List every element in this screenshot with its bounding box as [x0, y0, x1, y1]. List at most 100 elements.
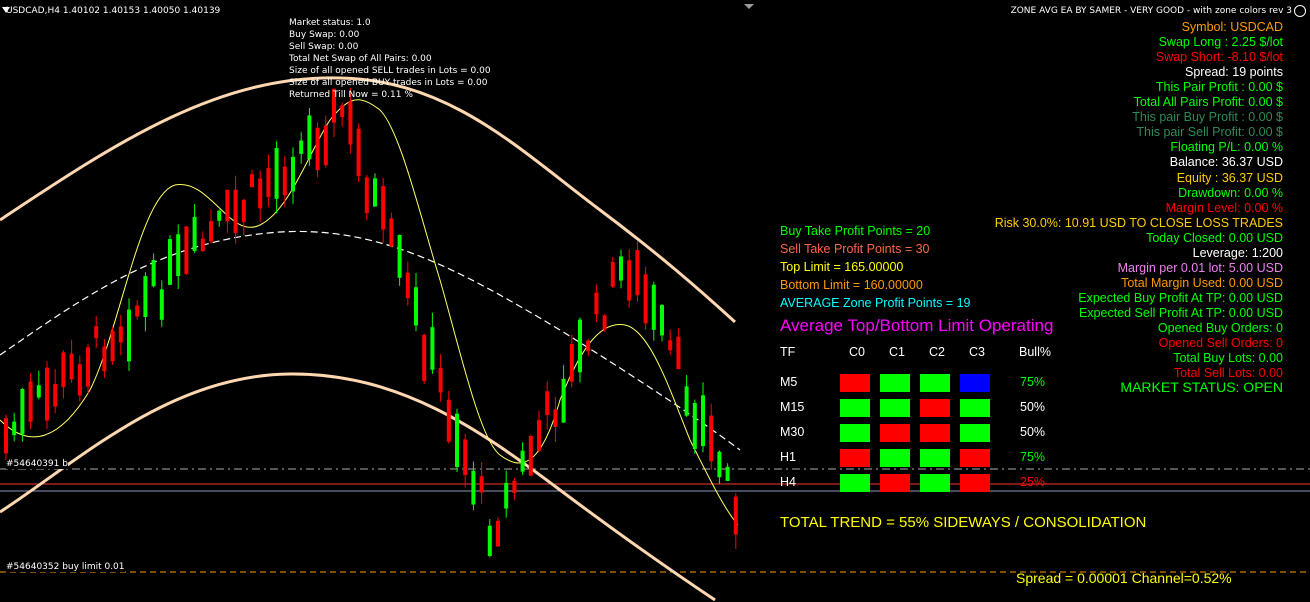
candle-body [471, 470, 476, 505]
candle-body [496, 520, 500, 547]
candle-body [233, 189, 238, 233]
candle-body [684, 386, 689, 416]
header-c2: C2 [929, 345, 945, 359]
candle-body [561, 378, 566, 423]
candle-body [135, 305, 140, 317]
stat-line: Opened Buy Orders: 0 [1157, 321, 1283, 335]
candle-body [709, 415, 714, 462]
candle-body [225, 189, 230, 222]
candle-body [45, 367, 49, 421]
trend-cell [920, 449, 950, 467]
stat-line: This Pair Profit : 0.00 $ [1155, 80, 1283, 95]
trend-cell [960, 424, 990, 442]
stat-line: Total Margin Used: 0.00 USD [1121, 275, 1283, 290]
stat-line: Equity : 36.37 USD [1176, 170, 1283, 185]
stat-line: Expected Buy Profit At TP: 0.00 USD [1078, 290, 1283, 305]
order-label[interactable]: #54640352 buy limit 0.01 [6, 562, 125, 572]
stat-line: Balance: 36.37 USD [1169, 155, 1283, 170]
candle-body [250, 174, 254, 188]
candle-body [414, 287, 418, 326]
setting-line: Buy Take Profit Points = 20 [780, 224, 931, 238]
trend-cell [960, 474, 990, 492]
candle-body [307, 115, 312, 160]
info-line: Sell Swap: 0.00 [289, 42, 359, 52]
candle-body [537, 420, 541, 451]
symbol-info: USDCAD,H4 1.40102 1.40153 1.40050 1.4013… [6, 6, 221, 16]
candle-body [643, 274, 648, 324]
candle-body [504, 482, 509, 509]
info-block: Market status: 1.0 Buy Swap: 0.00 Sell S… [289, 17, 491, 101]
info-line: Returned Till Now = 0.11 % [289, 90, 413, 100]
candle-body [69, 353, 74, 380]
candle-body [86, 347, 90, 387]
candle-body [200, 238, 205, 252]
candle-body [143, 276, 148, 317]
candle-body [733, 496, 738, 535]
trend-cell [840, 424, 870, 442]
candle-body [159, 289, 164, 320]
candle-body [676, 336, 681, 370]
trend-cell [840, 399, 870, 417]
bull-percent: 50% [1020, 425, 1046, 439]
candle-body [36, 385, 41, 398]
stat-line: Risk 30.0%: 10.91 USD TO CLOSE LOSS TRAD… [994, 215, 1283, 230]
stat-line: Swap Long : 2.25 $/lot [1158, 35, 1283, 50]
market-status: MARKET STATUS: OPEN [1120, 379, 1283, 395]
candle-body [274, 148, 279, 199]
avg-operating-title: Average Top/Bottom Limit Operating [780, 316, 1054, 335]
timeframe-label: H1 [780, 450, 796, 464]
candle-body [266, 168, 271, 198]
candle-body [364, 177, 369, 213]
candle-body [479, 476, 484, 493]
info-line: Total Net Swap of All Pairs: 0.00 [289, 54, 432, 64]
candle-body [20, 388, 25, 435]
stat-line: Margin Level: 0.00 % [1165, 200, 1283, 215]
candle-body [578, 319, 582, 373]
stat-line: Opened Sell Orders: 0 [1158, 336, 1283, 351]
candle-body [520, 450, 525, 472]
candle-body [405, 272, 410, 299]
candle-body [422, 334, 427, 382]
candle-body [586, 340, 591, 352]
candle-body [635, 250, 640, 296]
candle-body [184, 226, 189, 274]
bull-percent: 50% [1020, 400, 1046, 414]
candle-body [512, 480, 517, 493]
shift-marker-icon[interactable] [744, 4, 754, 9]
stat-line: Leverage: 1:200 [1192, 245, 1283, 260]
candle-body [610, 261, 615, 287]
info-line: Size of all opened SELL trades in Lots =… [289, 66, 491, 76]
candle-body [110, 331, 115, 362]
trend-cell [840, 374, 870, 392]
candle-body [389, 218, 394, 247]
order-label[interactable]: #54640391 b [6, 459, 68, 469]
candle-body [668, 340, 673, 351]
total-trend: TOTAL TREND = 55% SIDEWAYS / CONSOLIDATI… [780, 514, 1147, 531]
candle-body [118, 326, 123, 343]
candle-body [717, 451, 722, 478]
trend-cell [880, 449, 910, 467]
stat-line: This pair Sell Profit: 0.00 $ [1136, 125, 1283, 140]
info-line: Market status: 1.0 [289, 18, 371, 28]
candle-body [323, 125, 328, 166]
candle-body [176, 234, 181, 277]
candle-body [602, 315, 607, 330]
stat-line: Margin per 0.01 lot: 5.00 USD [1117, 260, 1283, 275]
candle-body [545, 391, 550, 415]
stat-line: This pair Buy Profit : 0.00 $ [1132, 110, 1283, 125]
trend-cell [840, 449, 870, 467]
stat-line: Drawdown: 0.00 % [1178, 185, 1283, 200]
candle-body [28, 381, 33, 422]
candle-body [594, 292, 599, 315]
ea-title: ZONE AVG EA BY SAMER - VERY GOOD - with … [1010, 6, 1292, 16]
stat-line: Swap Short: -8.10 $/lot [1155, 50, 1283, 65]
smiley-icon [1294, 5, 1306, 17]
candle-body [151, 260, 156, 287]
candle-body [725, 466, 730, 481]
header-c0: C0 [849, 345, 865, 359]
trend-cell [880, 399, 910, 417]
info-line: Buy Swap: 0.00 [289, 30, 360, 40]
fast-ma-curve [0, 99, 739, 526]
candle-body [192, 216, 197, 251]
setting-line: Top Limit = 165.00000 [780, 260, 904, 274]
